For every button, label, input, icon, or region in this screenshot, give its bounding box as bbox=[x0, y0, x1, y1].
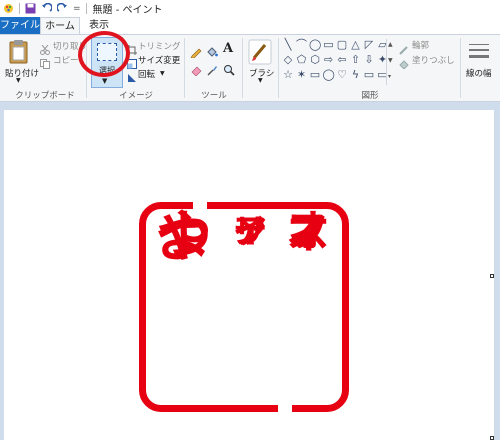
group-divider bbox=[242, 38, 243, 98]
copy-icon bbox=[40, 54, 50, 73]
paste-button-label[interactable]: 貼り付け bbox=[5, 67, 39, 79]
color-picker-icon[interactable] bbox=[206, 61, 218, 80]
save-icon[interactable] bbox=[25, 3, 36, 14]
title-bar: = 無題 - ペイント bbox=[0, 0, 500, 17]
gallery-expand-arrow[interactable]: ▾ bbox=[388, 73, 391, 80]
quick-access-toolbar: = bbox=[0, 2, 87, 14]
fill-bucket-icon[interactable] bbox=[206, 43, 218, 62]
paint-app-icon[interactable] bbox=[3, 3, 14, 14]
shape-gallery-item[interactable]: ▭ bbox=[309, 69, 321, 81]
shape-gallery-item[interactable]: ⇩ bbox=[363, 54, 375, 66]
tools-group-label: ツール bbox=[201, 91, 227, 101]
shape-gallery-item[interactable]: ϟ bbox=[350, 69, 362, 81]
copy-button-label[interactable]: コピー bbox=[53, 54, 79, 66]
group-divider bbox=[184, 38, 185, 98]
shape-gallery-item[interactable]: ◯ bbox=[323, 69, 335, 81]
shapes-gallery-scroll[interactable]: ▲ ▼ ▾ bbox=[386, 39, 395, 85]
shape-gallery-item[interactable]: ⌒ bbox=[296, 39, 308, 51]
undo-icon[interactable] bbox=[41, 2, 53, 14]
shape-gallery-item[interactable]: ☆ bbox=[282, 69, 294, 81]
crop-button-label[interactable]: トリミング bbox=[138, 40, 181, 52]
canvas-area: オフィス インテリア よつや bbox=[0, 102, 500, 440]
redo-icon[interactable] bbox=[56, 2, 68, 14]
resize-button-label[interactable]: サイズ変更 bbox=[138, 54, 180, 66]
shape-gallery-item[interactable]: ⬡ bbox=[309, 54, 321, 66]
text-tool-icon[interactable]: A bbox=[223, 41, 233, 56]
qa-separator bbox=[19, 3, 20, 14]
shape-gallery-item[interactable]: ╲ bbox=[282, 39, 294, 51]
ribbon-tabs: ファイル ホーム 表示 bbox=[0, 17, 500, 34]
shape-gallery-item[interactable]: ◯ bbox=[309, 39, 321, 51]
shape-gallery-item[interactable]: ◇ bbox=[282, 54, 294, 66]
shape-gallery-item[interactable]: ◸ bbox=[363, 39, 375, 51]
shapes-group-label: 図形 bbox=[361, 91, 379, 101]
shape-gallery-item[interactable]: ⇨ bbox=[323, 54, 335, 66]
group-divider bbox=[278, 38, 279, 98]
magnifier-icon[interactable] bbox=[223, 61, 235, 80]
stamp-character: ス bbox=[286, 206, 330, 257]
gallery-up-arrow[interactable]: ▲ bbox=[388, 41, 393, 48]
shape-gallery-item[interactable]: △ bbox=[350, 39, 362, 51]
shape-gallery-item[interactable]: ▭ bbox=[323, 39, 335, 51]
shape-gallery-item[interactable]: ▭ bbox=[363, 69, 375, 81]
clipboard-group-label: クリップボード bbox=[15, 91, 75, 101]
size-button-label[interactable]: 線の幅 bbox=[466, 67, 492, 79]
qa-separator bbox=[85, 3, 87, 14]
gallery-down-arrow[interactable]: ▼ bbox=[388, 57, 393, 64]
customize-qa-label[interactable]: = bbox=[73, 4, 81, 14]
shape-gallery-item[interactable]: ✶ bbox=[296, 69, 308, 81]
canvas-resize-handle[interactable] bbox=[490, 436, 494, 440]
fill-button-label[interactable]: 塗りつぶし bbox=[412, 54, 455, 66]
shape-gallery-item[interactable]: ⬠ bbox=[296, 54, 308, 66]
stamp-character: や bbox=[156, 205, 212, 270]
rotate-dropdown-arrow[interactable]: ▼ bbox=[160, 70, 165, 77]
group-divider bbox=[460, 38, 461, 98]
shapes-gallery: ╲ ⌒ ◯ ▭ ▢ △ ◸ ▱ ◇ ⬠ ⬡ ⇨ ⇦ ⇧ ⇩ ✦ ☆ ✶ ▭ ◯ ♡ ϟ ▭ ▭ bbox=[282, 39, 394, 85]
shape-gallery-item[interactable]: ⇧ bbox=[350, 54, 362, 66]
stamp-character: ア bbox=[233, 212, 267, 252]
select-dropdown-arrow[interactable]: ▼ bbox=[102, 77, 107, 85]
shape-gallery-item[interactable]: ⇦ bbox=[336, 54, 348, 66]
rotate-button-label[interactable]: 回転 bbox=[138, 68, 155, 80]
shape-gallery-item[interactable]: ♡ bbox=[336, 69, 348, 81]
stamp-frame-gap bbox=[278, 400, 292, 414]
image-group-label: イメージ bbox=[119, 91, 153, 101]
drawing-canvas[interactable]: オフィス インテリア よつや bbox=[4, 110, 494, 440]
paste-icon[interactable] bbox=[8, 39, 30, 69]
outline-button-label[interactable]: 輪郭 bbox=[412, 39, 429, 51]
brushes-dropdown-arrow[interactable]: ▼ bbox=[258, 77, 263, 84]
brushes-icon[interactable] bbox=[248, 39, 272, 69]
window-title: 無題 - ペイント bbox=[92, 5, 163, 16]
ribbon: 貼り付け ▼ 切り取り コピー クリップボード 選択 ▼ トリミング サイズ変更… bbox=[0, 34, 500, 102]
shape-gallery-item[interactable]: ▢ bbox=[336, 39, 348, 51]
paste-dropdown-arrow[interactable]: ▼ bbox=[16, 77, 21, 84]
eraser-icon[interactable] bbox=[190, 61, 202, 80]
canvas-resize-handle[interactable] bbox=[490, 274, 494, 278]
fill-icon bbox=[399, 54, 409, 73]
size-icon[interactable] bbox=[467, 41, 491, 69]
tab-home[interactable]: ホーム bbox=[40, 17, 80, 34]
rotate-icon bbox=[127, 68, 137, 87]
pencil-icon[interactable] bbox=[190, 43, 202, 62]
tab-file[interactable]: ファイル bbox=[0, 17, 40, 34]
